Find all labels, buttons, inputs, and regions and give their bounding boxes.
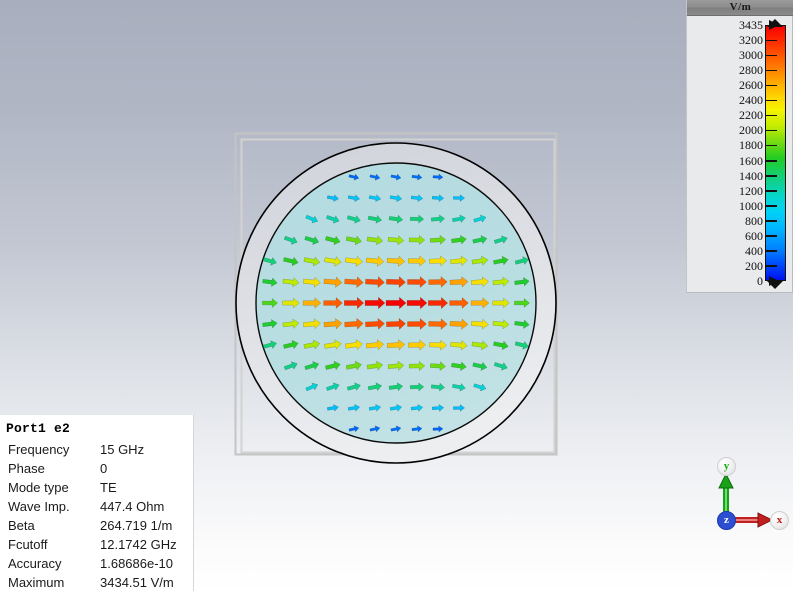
- port-info-key: Accuracy: [8, 556, 62, 571]
- legend-tick-label: 1000: [739, 198, 763, 213]
- port-info-row: Frequency 15 GHz: [0, 440, 193, 459]
- legend-tick: 1000: [687, 200, 787, 212]
- legend-tick: 3000: [687, 49, 787, 61]
- port-info-value: 15 GHz: [100, 442, 145, 457]
- legend-body: 3435 3200 3000 2800 2600 2400 2200 2000 1800 1600…: [687, 16, 793, 292]
- port-info-key: Frequency: [8, 442, 70, 457]
- legend-tick-mark: [766, 54, 777, 57]
- legend-tick: 2000: [687, 124, 787, 136]
- port-info-key: Fcutoff: [8, 537, 48, 552]
- port-info-row: Beta 264.719 1/m: [0, 516, 193, 535]
- legend-tick: 1800: [687, 139, 787, 151]
- legend-tick-mark: [766, 39, 777, 42]
- port-info-value: 447.4 Ohm: [100, 499, 165, 514]
- legend-tick-mark: [766, 144, 777, 147]
- legend-tick-label: 3435: [739, 18, 763, 32]
- port-info-value: 1.68686e-10: [100, 556, 174, 571]
- legend-tick: 2600: [687, 79, 787, 91]
- port-info-value: 12.1742 GHz: [100, 537, 177, 552]
- port-info-value: 0: [100, 461, 108, 476]
- axis-label-x[interactable]: x: [770, 511, 789, 530]
- axis-label-z[interactable]: z: [717, 511, 736, 530]
- axis-orientation-triad[interactable]: y z x: [700, 452, 790, 538]
- legend-tick-mark: [766, 220, 777, 222]
- legend-tick-mark: [766, 114, 777, 117]
- legend-tick-label: 2200: [739, 108, 763, 123]
- legend-tick-label: 2400: [739, 93, 763, 108]
- legend-tick: 1200: [687, 185, 787, 197]
- legend-tick: 3435: [687, 19, 787, 31]
- legend-tick-mark: [766, 84, 777, 87]
- legend-tick-label: 1800: [739, 138, 763, 153]
- legend-tick-mark: [766, 99, 777, 102]
- legend-tick: 1600: [687, 155, 787, 167]
- port-info-key: Wave Imp.: [8, 499, 70, 514]
- field-legend-panel[interactable]: V/m 3435 3200 3000 2800 2600 2400 2200 2000 1800…: [686, 0, 793, 293]
- port-info-value: TE: [100, 480, 117, 495]
- legend-tick-label: 2000: [739, 123, 763, 138]
- legend-tick-mark: [766, 160, 777, 162]
- legend-tick-arrow: [769, 276, 779, 286]
- legend-tick-mark: [766, 250, 777, 252]
- legend-unit-label: V/m: [729, 1, 752, 13]
- legend-tick: 0: [687, 275, 787, 287]
- legend-tick-arrow: [769, 20, 779, 30]
- port-info-panel: Port1 e2 Frequency 15 GHz Phase 0 Mode type T…: [0, 415, 194, 591]
- legend-tick: 2200: [687, 109, 787, 121]
- legend-tick-label: 0: [757, 274, 763, 288]
- legend-tick: 3200: [687, 34, 787, 46]
- port-info-row: Maximum 3434.51 V/m: [0, 573, 193, 591]
- cst-field-viewport: V/m 3435 3200 3000 2800 2600 2400 2200 2000 1800…: [0, 0, 793, 591]
- port-info-title: Port1 e2: [6, 421, 71, 436]
- legend-tick: 2400: [687, 94, 787, 106]
- legend-tick-label: 200: [745, 258, 763, 273]
- port-info-key: Phase: [8, 461, 45, 476]
- port-info-key: Beta: [8, 518, 35, 533]
- port-info-row: Wave Imp. 447.4 Ohm: [0, 497, 193, 516]
- legend-tick-label: 1400: [739, 168, 763, 183]
- port-info-value: 3434.51 V/m: [100, 575, 174, 590]
- port-info-rows: Frequency 15 GHz Phase 0 Mode type TE Wave Imp…: [0, 440, 193, 591]
- legend-tick-mark: [766, 69, 777, 72]
- legend-tick-label: 3000: [739, 48, 763, 63]
- port-info-value: 264.719 1/m: [100, 518, 173, 533]
- legend-tick-mark: [766, 129, 777, 132]
- legend-tick-mark: [766, 190, 777, 192]
- legend-tick: 800: [687, 215, 787, 227]
- axis-label-y[interactable]: y: [717, 457, 736, 476]
- legend-tick: 1400: [687, 170, 787, 182]
- legend-tick-mark: [766, 265, 777, 267]
- legend-tick: 2800: [687, 64, 787, 76]
- legend-tick-label: 1200: [739, 183, 763, 198]
- legend-titlebar[interactable]: V/m: [687, 0, 793, 16]
- legend-tick-label: 2600: [739, 78, 763, 93]
- legend-tick-label: 3200: [739, 33, 763, 48]
- legend-tick: 400: [687, 245, 787, 257]
- port-info-key: Maximum: [8, 575, 65, 590]
- legend-tick-label: 600: [745, 228, 763, 243]
- legend-tick-mark: [766, 175, 777, 177]
- port-info-row: Fcutoff 12.1742 GHz: [0, 535, 193, 554]
- legend-tick-label: 1600: [739, 153, 763, 168]
- legend-tick-label: 2800: [739, 63, 763, 78]
- legend-tick: 200: [687, 260, 787, 272]
- legend-tick: 600: [687, 230, 787, 242]
- port-info-row: Mode type TE: [0, 478, 193, 497]
- port-info-key: Mode type: [8, 480, 69, 495]
- legend-tick-mark: [766, 205, 777, 207]
- legend-tick-mark: [766, 235, 777, 237]
- legend-tick-label: 400: [745, 243, 763, 258]
- port-info-row: Accuracy 1.68686e-10: [0, 554, 193, 573]
- legend-tick-label: 800: [745, 213, 763, 228]
- port-info-row: Phase 0: [0, 459, 193, 478]
